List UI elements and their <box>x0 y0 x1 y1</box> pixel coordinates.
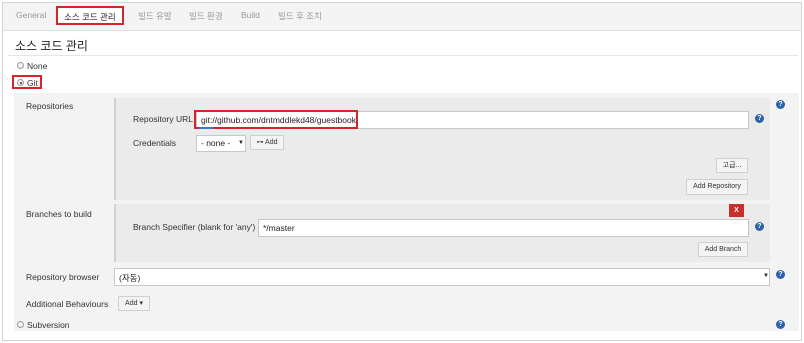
tab-general[interactable]: General <box>16 10 46 20</box>
branches-to-build-label: Branches to build <box>26 209 92 219</box>
tab-build-triggers[interactable]: 빌드 유발 <box>138 10 172 22</box>
repository-browser-help-icon[interactable]: ? <box>776 270 785 279</box>
repository-url-highlight <box>194 110 358 129</box>
scm-git-label: Git <box>27 78 38 88</box>
add-credentials-label: Add <box>265 139 278 146</box>
subversion-help-icon[interactable]: ? <box>776 320 785 329</box>
scm-subversion-label: Subversion <box>27 320 70 330</box>
tab-source-code-management[interactable]: 소스 코드 관리 <box>56 6 124 25</box>
advanced-button[interactable]: 고급... <box>716 158 748 173</box>
spellcheck-underline <box>199 127 213 129</box>
add-behaviour-button[interactable]: Add ▾ <box>118 296 150 311</box>
repositories-label: Repositories <box>26 101 74 111</box>
tab-build[interactable]: Build <box>241 10 260 20</box>
repository-url-help-icon[interactable]: ? <box>755 114 764 123</box>
repository-browser-label: Repository browser <box>26 272 100 282</box>
title-divider <box>8 55 798 56</box>
scm-subversion-radio[interactable] <box>17 321 24 328</box>
delete-branch-button[interactable]: X <box>729 204 744 217</box>
scm-none-radio[interactable] <box>17 62 24 69</box>
scm-none-label: None <box>27 61 48 71</box>
caret-down-icon: ▾ <box>139 300 143 307</box>
key-icon: ⊶ <box>256 139 264 146</box>
branch-specifier-input[interactable]: */master <box>258 219 749 237</box>
repository-browser-value: (자동) <box>119 273 141 283</box>
credentials-select-value: - none - <box>201 138 231 148</box>
add-behaviour-label: Add <box>125 300 138 307</box>
branch-specifier-help-icon[interactable]: ? <box>755 222 764 231</box>
scm-git-radio[interactable] <box>17 79 24 86</box>
tab-build-environment[interactable]: 빌드 환경 <box>189 10 223 22</box>
tab-post-build-actions[interactable]: 빌드 후 조치 <box>278 10 322 22</box>
credentials-label: Credentials <box>133 138 176 148</box>
repository-browser-dropdown-icon: ▼ <box>763 273 769 279</box>
branch-specifier-label: Branch Specifier (blank for 'any') <box>133 222 256 232</box>
repository-browser-select[interactable]: (자동) <box>114 268 770 286</box>
additional-behaviours-label: Additional Behaviours <box>26 299 109 309</box>
credentials-dropdown-icon: ▼ <box>238 140 244 146</box>
section-title: 소스 코드 관리 <box>15 39 88 53</box>
add-branch-button[interactable]: Add Branch <box>698 242 748 257</box>
repositories-help-icon[interactable]: ? <box>776 100 785 109</box>
add-credentials-button[interactable]: ⊶ Add <box>250 135 284 150</box>
add-repository-button[interactable]: Add Repository <box>686 179 748 195</box>
repository-url-label: Repository URL <box>133 114 193 124</box>
